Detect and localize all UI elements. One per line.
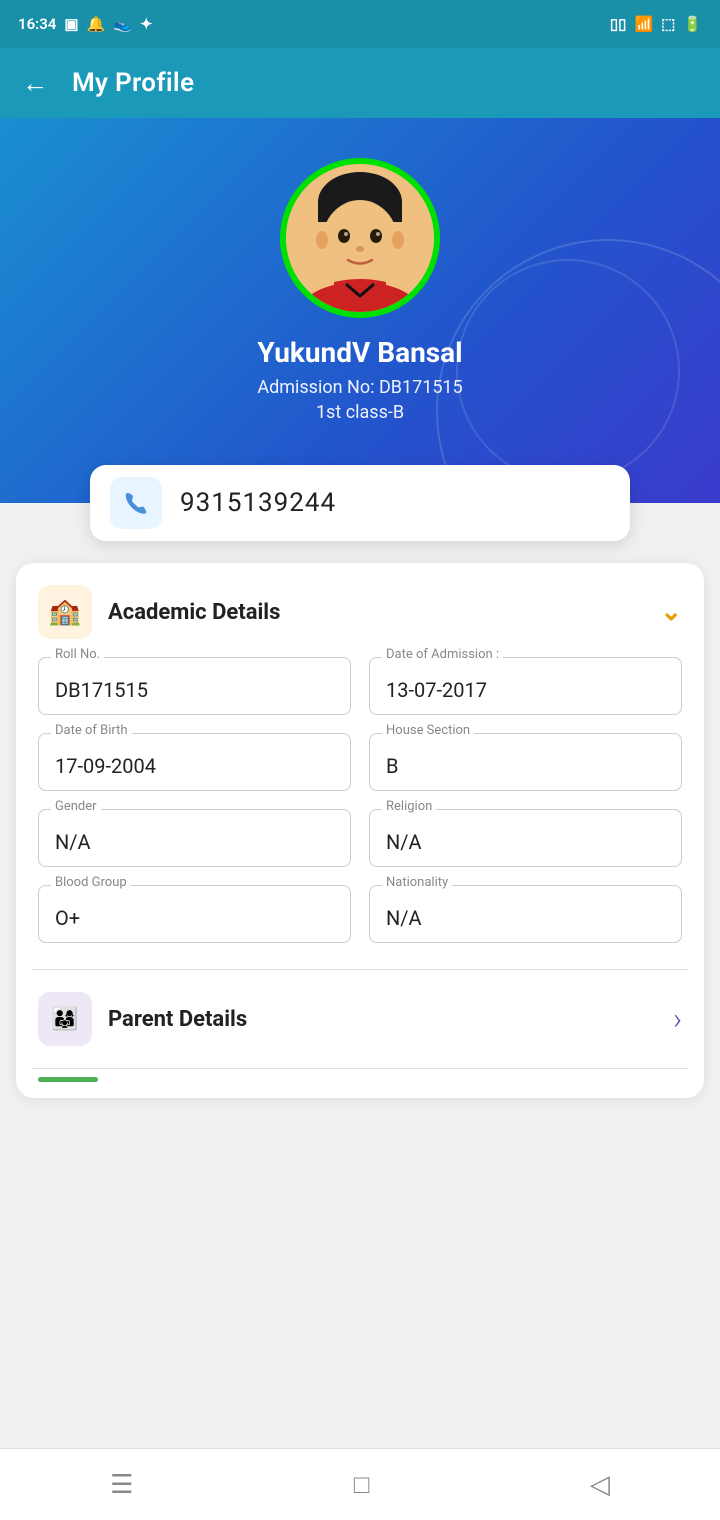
status-wifi-icon: 📶: [634, 15, 653, 33]
label-blood-group: Blood Group: [51, 875, 131, 890]
value-date-admission: 13-07-2017: [386, 678, 665, 702]
profile-class: 1st class-B: [316, 402, 404, 423]
academic-section-header[interactable]: 🏫 Academic Details ⌄: [16, 563, 704, 657]
status-battery-icon: 🔋: [683, 15, 702, 33]
status-vibrate-icon: ▯▯: [610, 15, 627, 33]
value-house-section: B: [386, 754, 665, 778]
value-dob: 17-09-2004: [55, 754, 334, 778]
field-roll-no: Roll No. DB171515: [38, 657, 351, 715]
phone-card-wrapper: 9315139244: [0, 465, 720, 541]
status-bar: 16:34 ▣ 🔔 👟 ✦ ▯▯ 📶 ⬚ 🔋: [0, 0, 720, 48]
bottom-nav: ☰ □ ◁: [0, 1448, 720, 1520]
academic-icon-box: 🏫: [38, 585, 92, 639]
academic-title: Academic Details: [108, 600, 644, 625]
field-house-section: House Section B: [369, 733, 682, 791]
field-nationality: Nationality N/A: [369, 885, 682, 943]
nav-back-button[interactable]: ◁: [590, 1470, 610, 1500]
parent-icon: 👨‍👩‍👧: [51, 1007, 78, 1032]
academic-chevron-icon: ⌄: [660, 597, 682, 627]
label-roll-no: Roll No.: [51, 647, 104, 662]
value-nationality: N/A: [386, 906, 665, 930]
value-roll-no: DB171515: [55, 678, 334, 702]
hamburger-icon: ☰: [110, 1470, 133, 1500]
decoration-line: [38, 1077, 98, 1082]
academic-icon: 🏫: [49, 597, 81, 627]
profile-admission: Admission No: DB171515: [257, 377, 462, 398]
value-gender: N/A: [55, 830, 334, 854]
avatar: [280, 158, 440, 318]
label-nationality: Nationality: [382, 875, 452, 890]
status-sim-icon: ▣: [64, 15, 78, 33]
square-icon: □: [354, 1469, 370, 1500]
back-triangle-icon: ◁: [590, 1470, 610, 1500]
field-date-admission: Date of Admission : 13-07-2017: [369, 657, 682, 715]
label-house-section: House Section: [382, 723, 474, 738]
label-gender: Gender: [51, 799, 101, 814]
field-religion: Religion N/A: [369, 809, 682, 867]
profile-name: YukundV Bansal: [257, 336, 462, 369]
status-bt-icon: ✦: [140, 15, 153, 33]
field-dob: Date of Birth 17-09-2004: [38, 733, 351, 791]
label-date-admission: Date of Admission :: [382, 647, 503, 662]
academic-fields-grid: Roll No. DB171515 Date of Admission : 13…: [16, 657, 704, 965]
status-screen-icon: ⬚: [661, 15, 675, 33]
section-divider-2: [32, 1068, 688, 1069]
phone-card[interactable]: 9315139244: [90, 465, 630, 541]
status-time: 16:34: [18, 15, 56, 33]
parent-chevron-icon: ›: [673, 1002, 682, 1037]
back-button[interactable]: ←: [22, 68, 48, 99]
parent-icon-box: 👨‍👩‍👧: [38, 992, 92, 1046]
section-divider-1: [32, 969, 688, 970]
label-religion: Religion: [382, 799, 436, 814]
status-notif2-icon: 👟: [113, 15, 132, 33]
parent-title: Parent Details: [108, 1007, 657, 1032]
phone-icon: [110, 477, 162, 529]
field-blood-group: Blood Group O+: [38, 885, 351, 943]
parent-section-header[interactable]: 👨‍👩‍👧 Parent Details ›: [16, 974, 704, 1064]
profile-banner: YukundV Bansal Admission No: DB171515 1s…: [0, 118, 720, 503]
nav-menu-button[interactable]: ☰: [110, 1470, 133, 1500]
app-bar: ← My Profile: [0, 48, 720, 118]
page-title: My Profile: [72, 68, 194, 98]
nav-home-button[interactable]: □: [354, 1469, 370, 1500]
phone-number: 9315139244: [180, 488, 336, 518]
status-notif1-icon: 🔔: [87, 15, 106, 33]
main-card: 🏫 Academic Details ⌄ Roll No. DB171515 D…: [16, 563, 704, 1098]
value-blood-group: O+: [55, 906, 334, 930]
label-dob: Date of Birth: [51, 723, 132, 738]
field-gender: Gender N/A: [38, 809, 351, 867]
value-religion: N/A: [386, 830, 665, 854]
